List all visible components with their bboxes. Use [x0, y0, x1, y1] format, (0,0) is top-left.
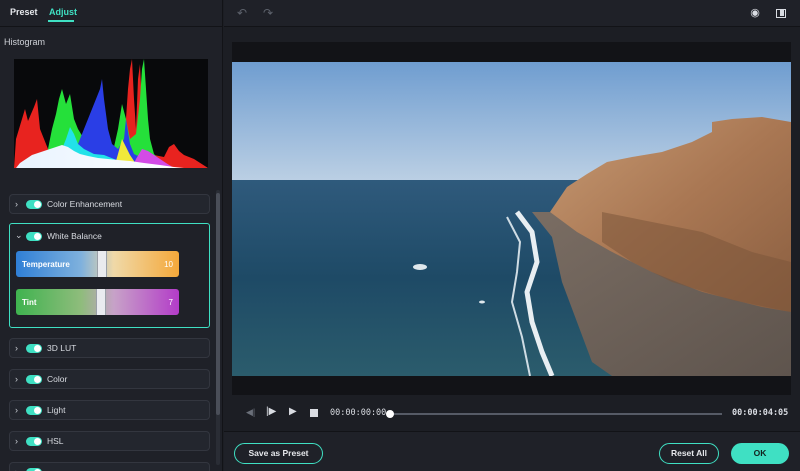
- section-label: HSL: [47, 436, 64, 446]
- reset-all-button[interactable]: Reset All: [659, 443, 719, 464]
- redo-icon[interactable]: ↷: [261, 6, 275, 20]
- section-partially-visible[interactable]: ›: [9, 462, 210, 471]
- chevron-down-icon[interactable]: ⌄: [15, 230, 23, 241]
- adjust-panel: Preset Adjust Histogram › Color Enhancem…: [0, 0, 223, 471]
- section-hsl[interactable]: › HSL: [9, 431, 210, 451]
- tint-slider[interactable]: Tint 7: [16, 289, 179, 315]
- section-white-balance: ⌄ White Balance Temperature 10 Tint 7: [9, 223, 210, 328]
- duration-time: 00:00:04:05: [732, 408, 789, 418]
- progress-track[interactable]: [389, 413, 722, 415]
- toggle-color-enhancement[interactable]: [26, 200, 42, 209]
- scrollbar-thumb[interactable]: [216, 193, 220, 415]
- tint-value: 7: [168, 298, 173, 307]
- section-label: Light: [47, 405, 66, 415]
- temperature-slider[interactable]: Temperature 10: [16, 251, 179, 277]
- toggle-light[interactable]: [26, 406, 42, 415]
- player-controls: ◀| |▶ ▶ 00:00:00:00 00:00:04:05: [232, 400, 791, 426]
- toggle-white-balance[interactable]: [26, 232, 42, 241]
- save-as-preset-button[interactable]: Save as Preset: [234, 443, 323, 464]
- panel-tabs: Preset Adjust: [0, 0, 223, 27]
- chevron-right-icon[interactable]: ›: [15, 405, 23, 415]
- prev-frame-icon[interactable]: ◀|: [246, 407, 255, 418]
- compare-icon[interactable]: [776, 9, 786, 18]
- section-label: White Balance: [47, 231, 102, 241]
- undo-icon[interactable]: ↶: [235, 6, 249, 20]
- stop-icon[interactable]: [310, 409, 318, 417]
- histogram-chart: [14, 59, 208, 168]
- tint-label: Tint: [22, 298, 37, 307]
- chevron-right-icon[interactable]: ›: [15, 374, 23, 384]
- temperature-handle[interactable]: [97, 251, 107, 277]
- tab-preset[interactable]: Preset: [10, 7, 38, 17]
- chevron-right-icon[interactable]: ›: [15, 467, 23, 471]
- temperature-label: Temperature: [22, 260, 70, 269]
- video-frame: [232, 62, 791, 376]
- active-tab-indicator: [48, 20, 74, 22]
- bottom-bar: Save as Preset Reset All OK: [224, 431, 800, 471]
- tint-handle[interactable]: [96, 289, 106, 315]
- progress-handle[interactable]: [386, 410, 394, 418]
- section-label: 3D LUT: [47, 343, 77, 353]
- chevron-right-icon[interactable]: ›: [15, 343, 23, 353]
- section-light[interactable]: › Light: [9, 400, 210, 420]
- current-time: 00:00:00:00: [330, 408, 387, 418]
- histogram-title: Histogram: [4, 37, 46, 47]
- chevron-right-icon[interactable]: ›: [15, 436, 23, 446]
- eye-icon[interactable]: ◉: [748, 6, 762, 20]
- section-color-enhancement[interactable]: › Color Enhancement: [9, 194, 210, 214]
- toggle-color[interactable]: [26, 375, 42, 384]
- section-color[interactable]: › Color: [9, 369, 210, 389]
- chevron-right-icon[interactable]: ›: [15, 199, 23, 209]
- play-icon[interactable]: ▶: [289, 406, 297, 417]
- section-label: Color Enhancement: [47, 199, 123, 209]
- toggle-3d-lut[interactable]: [26, 344, 42, 353]
- section-3d-lut[interactable]: › 3D LUT: [9, 338, 210, 358]
- temperature-value: 10: [164, 260, 173, 269]
- tab-adjust[interactable]: Adjust: [49, 7, 77, 17]
- top-toolbar: ↶ ↷ ◉: [224, 0, 800, 27]
- ok-button[interactable]: OK: [731, 443, 789, 464]
- section-label: Color: [47, 374, 68, 384]
- toggle-hsl[interactable]: [26, 437, 42, 446]
- step-play-icon[interactable]: |▶: [266, 406, 276, 417]
